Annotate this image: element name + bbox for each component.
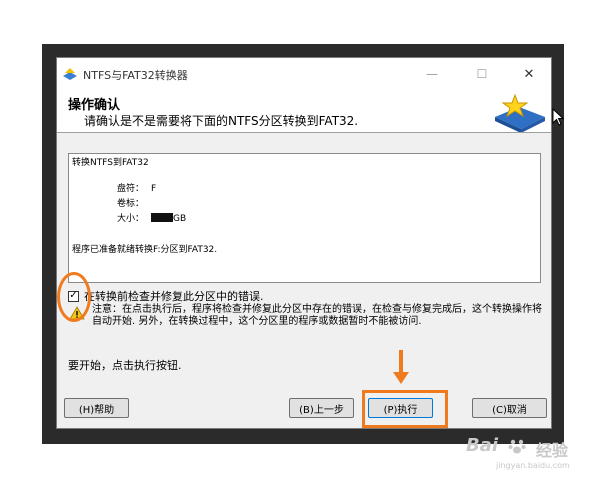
app-icon — [63, 68, 77, 80]
ready-text: 程序已准备就绪转换F:分区到FAT32. — [72, 245, 218, 255]
maximize-icon: ☐ — [476, 67, 488, 81]
warning-text: 注意：在点击执行后，程序将检查并修复此分区中存在的错误，在检查与修复完成后，这个… — [92, 304, 542, 327]
size-label: 大小： — [117, 214, 145, 224]
help-button[interactable]: (H)帮助 — [64, 398, 129, 418]
header-divider — [57, 132, 551, 133]
baidu-watermark: Bai 经验 jingyan.baidu.com — [466, 435, 606, 483]
watermark-url: jingyan.baidu.com — [496, 461, 570, 470]
star-box-icon — [495, 93, 545, 133]
paw-icon — [508, 439, 526, 454]
close-icon: ✕ — [523, 66, 535, 82]
minimize-icon: — — [426, 67, 438, 81]
instruction-text: 要开始，点击执行按钮. — [68, 359, 182, 372]
wizard-header: 操作确认 请确认是不是需要将下面的NTFS分区转换到FAT32. — [57, 90, 551, 133]
details-textbox[interactable]: 转换NTFS到FAT32 盘符： F 卷标： 大小： GB 程序已准备就绪转换F… — [68, 153, 541, 283]
size-unit: GB — [173, 214, 187, 224]
check-before-option[interactable]: ✓ 在转换前检查并修复此分区中的错误. — [68, 289, 264, 303]
converter-window: NTFS与FAT32转换器 — ☐ ✕ 操作确认 请确认是不是需要将下面的NTF… — [56, 57, 552, 429]
watermark-cn: 经验 — [536, 441, 569, 460]
back-button[interactable]: (B)上一步 — [289, 398, 354, 418]
drive-value: F — [151, 184, 157, 194]
checkbox-highlight-circle — [57, 272, 91, 322]
maximize-button[interactable]: ☐ — [467, 63, 497, 85]
check-before-label[interactable]: 在转换前检查并修复此分区中的错误. — [84, 288, 264, 304]
details-heading: 转换NTFS到FAT32 — [72, 158, 149, 168]
watermark-brand: Bai — [466, 435, 499, 456]
window-title: NTFS与FAT32转换器 — [83, 69, 188, 82]
execute-highlight-box — [362, 390, 448, 428]
title-bar: NTFS与FAT32转换器 — ☐ ✕ — [57, 58, 551, 90]
arrow-down-icon — [393, 350, 409, 384]
page-subtitle: 请确认是不是需要将下面的NTFS分区转换到FAT32. — [84, 114, 359, 128]
minimize-button[interactable]: — — [417, 63, 447, 85]
size-value: GB — [151, 213, 186, 226]
close-button[interactable]: ✕ — [514, 63, 544, 85]
volume-label: 卷标： — [117, 199, 145, 209]
cancel-button[interactable]: (C)取消 — [472, 398, 547, 418]
redacted-size — [151, 213, 173, 222]
page-title: 操作确认 — [68, 98, 121, 113]
drive-label: 盘符： — [117, 184, 145, 194]
mouse-cursor-icon — [552, 108, 564, 126]
